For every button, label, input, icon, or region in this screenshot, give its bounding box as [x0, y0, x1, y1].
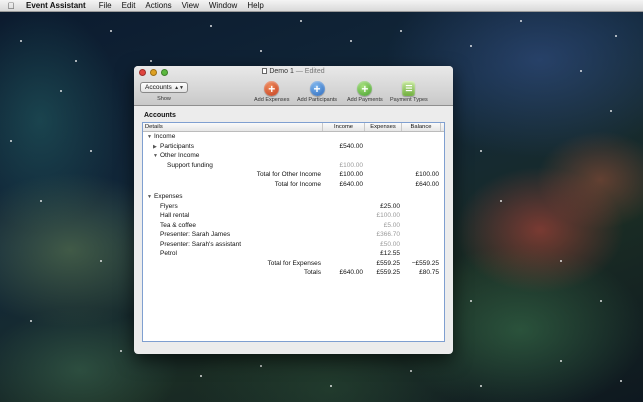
add-payments-button[interactable]: + Add Payments	[347, 81, 383, 103]
window-title-text: Demo 1	[269, 68, 294, 75]
row-label: Expenses	[154, 193, 183, 200]
row-label: Other Income	[160, 152, 200, 159]
payment-types-button[interactable]: ☰ Payment Types	[390, 81, 428, 103]
table-header: Details Income Expenses Balance	[143, 123, 444, 132]
document-icon	[262, 68, 268, 74]
row-label: Tea & coffee	[160, 221, 197, 229]
apple-menu-icon[interactable]: 	[0, 1, 22, 11]
row-totals[interactable]: Totals £640.00 £559.25 £80.75	[143, 268, 444, 278]
cell-expenses: £100.00	[376, 212, 401, 219]
menu-actions[interactable]: Actions	[140, 1, 176, 10]
menu-window[interactable]: Window	[204, 1, 242, 10]
row-label: Totals	[304, 269, 321, 276]
row-label: Presenter: Sarah's assistant	[160, 240, 242, 248]
show-popup-value: Accounts	[145, 84, 172, 91]
column-expenses[interactable]: Expenses	[365, 123, 402, 131]
cell-income: £640.00	[339, 269, 364, 276]
cell-expenses: £12.55	[380, 250, 400, 257]
cell-expenses: £25.00	[380, 202, 400, 210]
payment-types-label: Payment Types	[390, 97, 428, 103]
app-menu[interactable]: Event Assistant	[22, 1, 94, 10]
popup-arrows-icon: ▲▼	[174, 85, 184, 91]
cell-balance: £80.75	[419, 269, 439, 276]
accounts-table[interactable]: Details Income Expenses Balance ▼ Income …	[142, 122, 445, 342]
row-label: Flyers	[160, 202, 178, 210]
row-support-funding[interactable]: Support funding £100.00	[143, 161, 444, 171]
row-label: Total for Expenses	[267, 259, 321, 267]
menu-edit[interactable]: Edit	[117, 1, 141, 10]
cell-expenses: £559.25	[376, 259, 401, 267]
add-expenses-icon: +	[264, 81, 280, 96]
menu-file[interactable]: File	[94, 1, 117, 10]
row-tea-coffee[interactable]: Tea & coffee £5.00	[143, 221, 444, 231]
row-label: Petrol	[160, 250, 177, 257]
add-payments-label: Add Payments	[347, 97, 383, 103]
menu-help[interactable]: Help	[242, 1, 268, 10]
disclosure-open-icon[interactable]: ▼	[153, 152, 160, 161]
add-expenses-button[interactable]: + Add Expenses	[254, 81, 289, 103]
row-hall-rental[interactable]: Hall rental £100.00	[143, 211, 444, 221]
row-total-other-income[interactable]: Total for Other Income £100.00 £100.00	[143, 170, 444, 180]
disclosure-open-icon[interactable]: ▼	[147, 133, 154, 142]
menu-bar:  Event Assistant File Edit Actions View…	[0, 0, 643, 12]
window-toolbar: Demo 1 — Edited Accounts ▲▼ Show + Add E…	[134, 66, 453, 106]
disclosure-open-icon[interactable]: ▼	[147, 193, 154, 202]
add-payments-icon: +	[357, 81, 373, 96]
cell-income: £100.00	[339, 161, 364, 169]
cell-balance: £640.00	[415, 180, 440, 188]
cell-expenses: £366.70	[376, 231, 401, 238]
accounts-window: Demo 1 — Edited Accounts ▲▼ Show + Add E…	[134, 66, 453, 354]
row-participants[interactable]: ▶ Participants £540.00	[143, 142, 444, 152]
section-title: Accounts	[144, 112, 176, 119]
menu-view[interactable]: View	[177, 1, 204, 10]
window-content: Accounts Details Income Expenses Balance…	[134, 107, 453, 354]
row-total-income[interactable]: Total for Income £640.00 £640.00	[143, 180, 444, 190]
cell-income: £100.00	[339, 171, 364, 178]
row-presenter-assistant[interactable]: Presenter: Sarah's assistant £50.00	[143, 240, 444, 250]
column-income[interactable]: Income	[323, 123, 365, 131]
window-title: Demo 1 — Edited	[134, 68, 453, 75]
row-income[interactable]: ▼ Income	[143, 132, 444, 142]
row-label: Hall rental	[160, 212, 190, 219]
row-other-income[interactable]: ▼ Other Income	[143, 151, 444, 161]
row-expenses[interactable]: ▼ Expenses	[143, 192, 444, 202]
cell-expenses: £50.00	[380, 240, 400, 248]
cell-expenses: £5.00	[383, 221, 400, 229]
row-label: Income	[154, 133, 176, 140]
row-total-expenses[interactable]: Total for Expenses £559.25 −£559.25	[143, 259, 444, 269]
disclosure-closed-icon[interactable]: ▶	[153, 143, 160, 152]
row-label: Total for Other Income	[256, 171, 321, 178]
add-participants-button[interactable]: + Add Participants	[297, 81, 337, 103]
row-label: Participants	[160, 142, 194, 150]
row-label: Presenter: Sarah James	[160, 231, 231, 238]
row-label: Total for Income	[274, 180, 321, 188]
payment-types-icon: ☰	[402, 81, 416, 96]
cell-income: £540.00	[339, 142, 364, 150]
row-petrol[interactable]: Petrol £12.55	[143, 249, 444, 259]
show-popup[interactable]: Accounts ▲▼	[140, 82, 188, 93]
row-flyers[interactable]: Flyers £25.00	[143, 202, 444, 212]
cell-balance: −£559.25	[411, 259, 439, 267]
column-balance[interactable]: Balance	[402, 123, 441, 131]
cell-balance: £100.00	[415, 171, 440, 178]
add-participants-label: Add Participants	[297, 97, 338, 103]
row-label: Support funding	[167, 161, 213, 169]
row-presenter-sarah-james[interactable]: Presenter: Sarah James £366.70	[143, 230, 444, 240]
cell-income: £640.00	[339, 180, 364, 188]
column-details[interactable]: Details	[143, 123, 323, 131]
cell-expenses	[365, 180, 402, 190]
add-expenses-label: Add Expenses	[254, 97, 290, 103]
cell-expenses: £559.25	[376, 269, 401, 276]
add-participants-icon: +	[309, 81, 325, 96]
edited-indicator: — Edited	[295, 68, 325, 75]
show-label: Show	[157, 96, 171, 102]
cell-expenses	[365, 170, 402, 180]
